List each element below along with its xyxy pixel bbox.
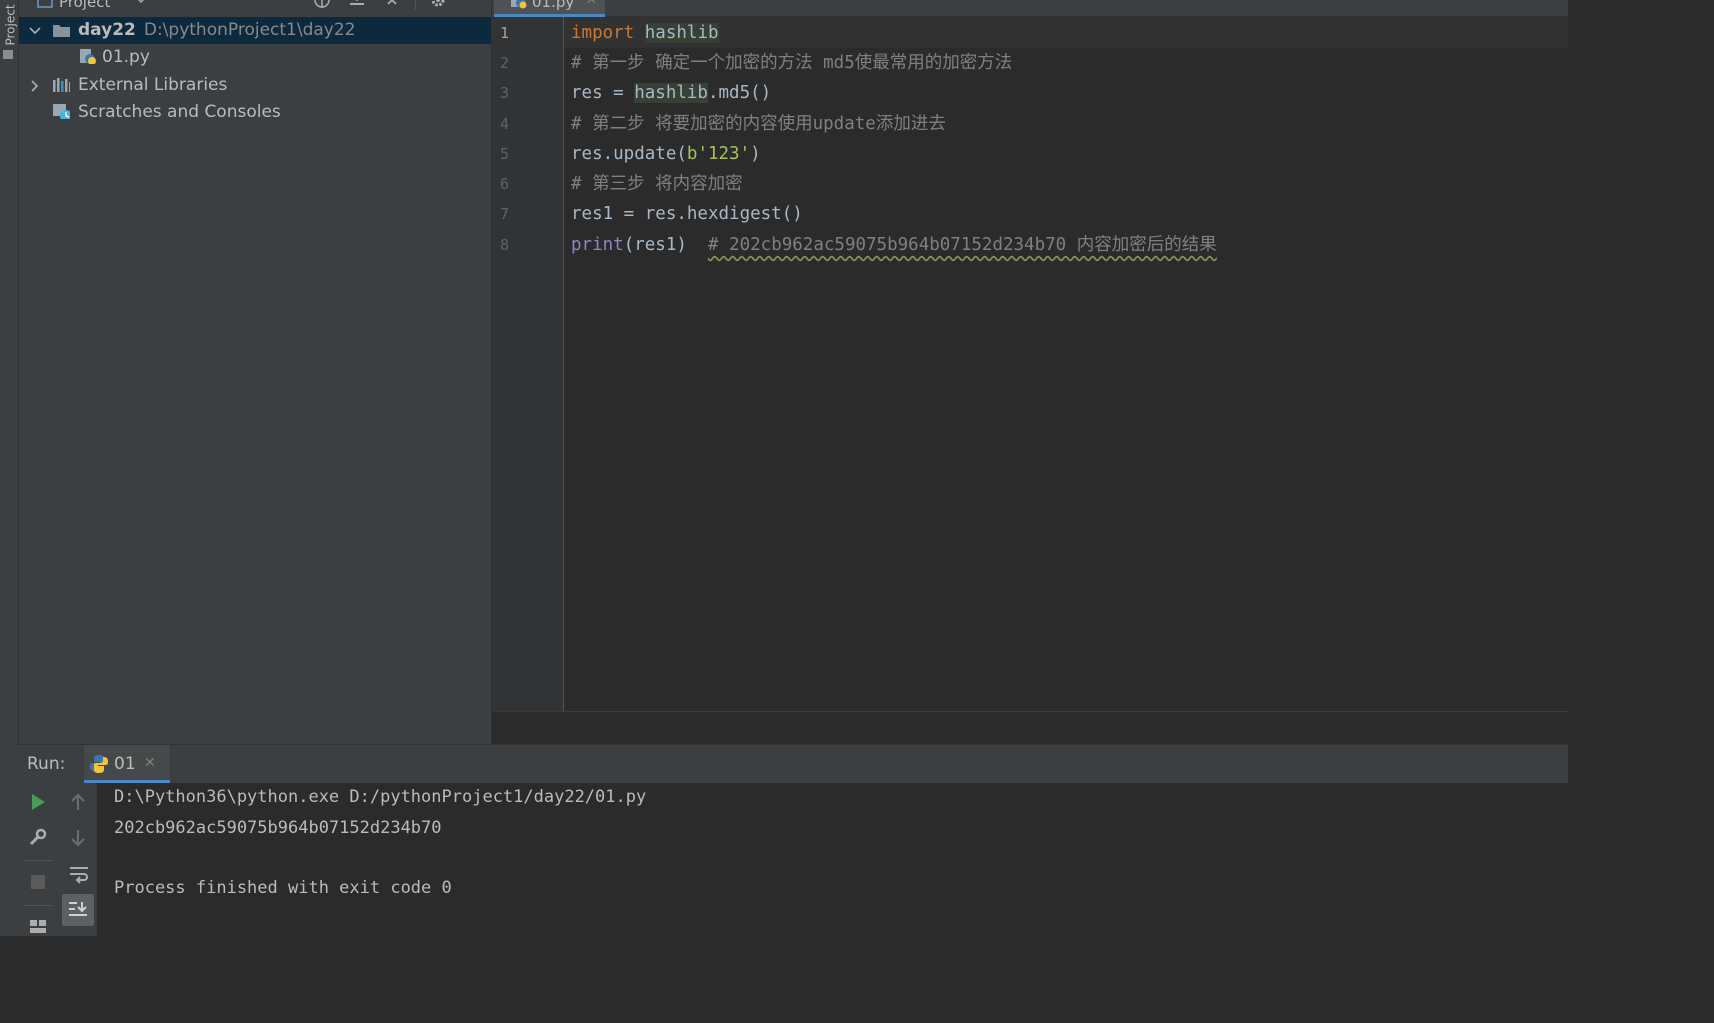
code-comment: # 202cb962ac59075b964b07152d234b70 内容加密后… (707, 235, 1217, 255)
left-tool-strip: Project (0, 0, 19, 936)
code-text: res.update( (571, 144, 687, 164)
code-line: # 第一步 确定一个加密的方法 md5使最常用的加密方法 (571, 53, 1013, 73)
console-output[interactable]: D:\Python36\python.exe D:/pythonProject1… (97, 783, 1568, 936)
line-number: 5 (500, 145, 510, 163)
editor-tab-label: 01.py (532, 0, 575, 11)
python-file-icon (511, 0, 527, 9)
run-panel-label: Run: (27, 754, 66, 774)
code-line: print(res1) # 202cb962ac59075b964b07152d… (571, 230, 1217, 260)
line-number: 1 (500, 24, 510, 42)
run-tab-01[interactable]: 01 ✕ (84, 745, 170, 783)
line-number: 2 (500, 54, 510, 72)
folder-icon (53, 25, 70, 37)
line-number: 6 (500, 175, 510, 193)
collapse-all-icon[interactable] (385, 0, 399, 6)
project-tool-window-button[interactable]: Project (4, 4, 18, 45)
arrow-down-icon[interactable] (70, 829, 86, 847)
code-editor[interactable]: import hashlib # 第一步 确定一个加密的方法 md5使最常用的加… (564, 17, 1568, 711)
code-text: .md5() (707, 83, 772, 103)
close-icon[interactable]: ✕ (144, 755, 156, 771)
wrench-icon[interactable] (29, 828, 47, 846)
code-text: ) (750, 144, 761, 164)
folder-icon (3, 50, 13, 59)
tree-item-label: day22 (78, 20, 136, 40)
code-builtin: print (571, 235, 624, 255)
console-line: D:\Python36\python.exe D:/pythonProject1… (114, 787, 647, 807)
code-identifier: hashlib (634, 83, 708, 103)
tree-item-external-libraries[interactable]: External Libraries (19, 72, 491, 99)
console-line: Process finished with exit code 0 (114, 878, 452, 898)
scroll-to-end-button[interactable] (62, 894, 94, 926)
editor-tab-01-py[interactable]: 01.py ✕ (494, 0, 605, 17)
code-line: res1 = res.hexdigest() (571, 204, 803, 224)
layout-icon[interactable] (29, 919, 47, 933)
run-panel-header: Run: 01 ✕ (18, 744, 1568, 784)
tree-item-label: External Libraries (78, 75, 228, 95)
code-line: res.update(b'123') (571, 139, 761, 169)
project-panel: Project day22 D:\pythonProject1\day22 01.… (19, 0, 492, 744)
console-line: 202cb962ac59075b964b07152d234b70 (114, 818, 442, 838)
line-number-gutter: 1 2 3 4 5 6 7 8 (492, 17, 564, 711)
code-line: import hashlib (571, 18, 719, 48)
editor-footer (492, 711, 1568, 745)
code-text: res = (571, 83, 635, 103)
expand-all-icon[interactable] (348, 0, 366, 8)
project-panel-header: Project (19, 0, 491, 14)
line-number: 7 (500, 205, 510, 223)
project-panel-title[interactable]: Project (59, 0, 110, 11)
gear-icon[interactable] (429, 0, 447, 8)
tree-item-scratches[interactable]: Scratches and Consoles (19, 99, 491, 126)
code-identifier: hashlib (644, 23, 719, 43)
stop-icon[interactable] (29, 873, 47, 891)
code-keyword: import (571, 23, 635, 43)
chevron-down-icon[interactable] (135, 0, 147, 5)
scroll-to-end-icon (69, 902, 87, 916)
tree-item-01-py[interactable]: 01.py (19, 44, 491, 71)
tree-item-label: 01.py (102, 47, 150, 67)
line-number: 4 (500, 115, 510, 133)
editor-tab-bar: 01.py ✕ (492, 0, 1568, 17)
line-number: 8 (500, 236, 510, 254)
code-line: res = hashlib.md5() (571, 78, 771, 108)
scratches-icon (53, 104, 70, 119)
arrow-up-icon[interactable] (70, 793, 86, 811)
line-number: 3 (500, 84, 510, 102)
soft-wrap-icon[interactable] (68, 864, 90, 884)
run-toolbar (18, 783, 97, 936)
python-icon (90, 755, 108, 773)
python-file-icon (80, 49, 96, 64)
locate-icon[interactable] (312, 0, 332, 8)
run-tab-label: 01 (114, 754, 136, 774)
rerun-icon[interactable] (30, 793, 46, 811)
tree-item-path: D:\pythonProject1\day22 (143, 20, 356, 40)
tree-item-day22[interactable]: day22 D:\pythonProject1\day22 (19, 17, 491, 44)
code-text: (res1) (623, 235, 708, 255)
project-view-icon (37, 0, 53, 8)
libraries-icon (53, 78, 70, 92)
close-icon[interactable]: ✕ (586, 0, 597, 8)
code-string: b'123' (686, 144, 751, 164)
code-line: # 第三步 将内容加密 (571, 174, 743, 194)
tree-item-label: Scratches and Consoles (78, 102, 281, 122)
code-line: # 第二步 将要加密的内容使用update添加进去 (571, 114, 946, 134)
